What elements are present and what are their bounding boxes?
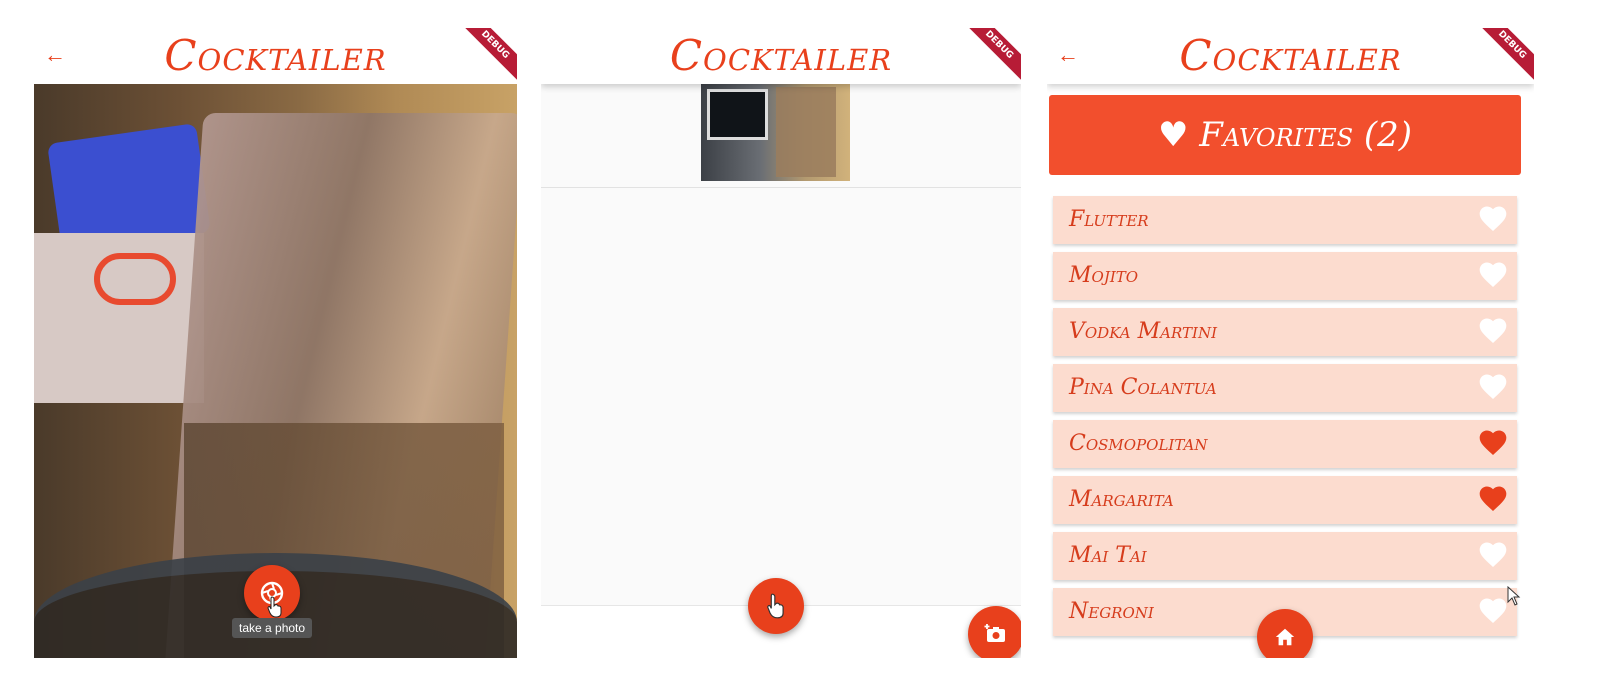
cocktail-name: Vodka Martini	[1069, 319, 1218, 344]
app-bar: ← Cocktailer DEBUG	[34, 28, 517, 84]
favorite-heart-icon[interactable]	[1477, 483, 1509, 515]
favorite-heart-icon[interactable]	[1477, 539, 1509, 571]
mouse-pointer-icon	[1507, 586, 1521, 606]
tooltip: take a photo	[232, 618, 313, 638]
app-bar: ← Cocktailer DEBUG	[1047, 28, 1534, 84]
favorite-heart-icon[interactable]	[1477, 315, 1509, 347]
photo-preview-screen: Cocktailer DEBUG	[541, 28, 1021, 658]
app-title: Cocktailer	[1179, 31, 1402, 80]
photo-strip	[541, 83, 1021, 188]
hand-pointer-icon	[767, 593, 784, 619]
center-fab-button[interactable]	[748, 578, 804, 634]
cocktail-name: Mojito	[1069, 263, 1139, 288]
home-icon	[1275, 628, 1295, 646]
favorite-heart-icon[interactable]	[1477, 259, 1509, 291]
cocktail-name: Margarita	[1069, 487, 1174, 512]
cocktail-list-item[interactable]: Cosmopolitan	[1053, 420, 1517, 468]
favorite-heart-icon[interactable]	[1477, 595, 1509, 627]
app-bar: Cocktailer DEBUG	[541, 28, 1021, 84]
cocktail-name: Flutter	[1069, 207, 1149, 232]
favorites-screen: ← Cocktailer DEBUG ♥ Favorites (2) Flutt…	[1047, 28, 1534, 658]
cocktail-name: Cosmopolitan	[1069, 431, 1208, 456]
favorite-heart-icon[interactable]	[1477, 203, 1509, 235]
cocktail-list-item[interactable]: Mai Tai	[1053, 532, 1517, 580]
add-photo-button[interactable]	[968, 606, 1021, 658]
app-title: Cocktailer	[669, 31, 893, 80]
favorite-heart-icon[interactable]	[1477, 371, 1509, 403]
app-title: Cocktailer	[164, 31, 387, 80]
cocktail-list-item[interactable]: Mojito	[1053, 252, 1517, 300]
add-a-photo-icon	[984, 624, 1005, 642]
cocktail-list: Flutter Mojito Vodka Martini Pina Colantua C…	[1053, 196, 1517, 644]
cocktail-list-item[interactable]: Flutter	[1053, 196, 1517, 244]
photo-thumbnail[interactable]	[701, 83, 850, 181]
cocktail-list-item[interactable]: Vodka Martini	[1053, 308, 1517, 356]
hand-cursor-icon	[267, 596, 282, 618]
camera-screen: ← Cocktailer DEBUG take a photo	[34, 28, 517, 658]
cocktail-name: Negroni	[1069, 599, 1154, 624]
home-button[interactable]	[1257, 609, 1313, 658]
favorites-button[interactable]: ♥ Favorites (2)	[1049, 95, 1521, 175]
cocktail-list-item[interactable]: Pina Colantua	[1053, 364, 1517, 412]
favorite-heart-icon[interactable]	[1477, 427, 1509, 459]
cocktail-name: Pina Colantua	[1069, 375, 1217, 400]
cocktail-list-item[interactable]: Margarita	[1053, 476, 1517, 524]
cocktail-name: Mai Tai	[1069, 543, 1147, 568]
